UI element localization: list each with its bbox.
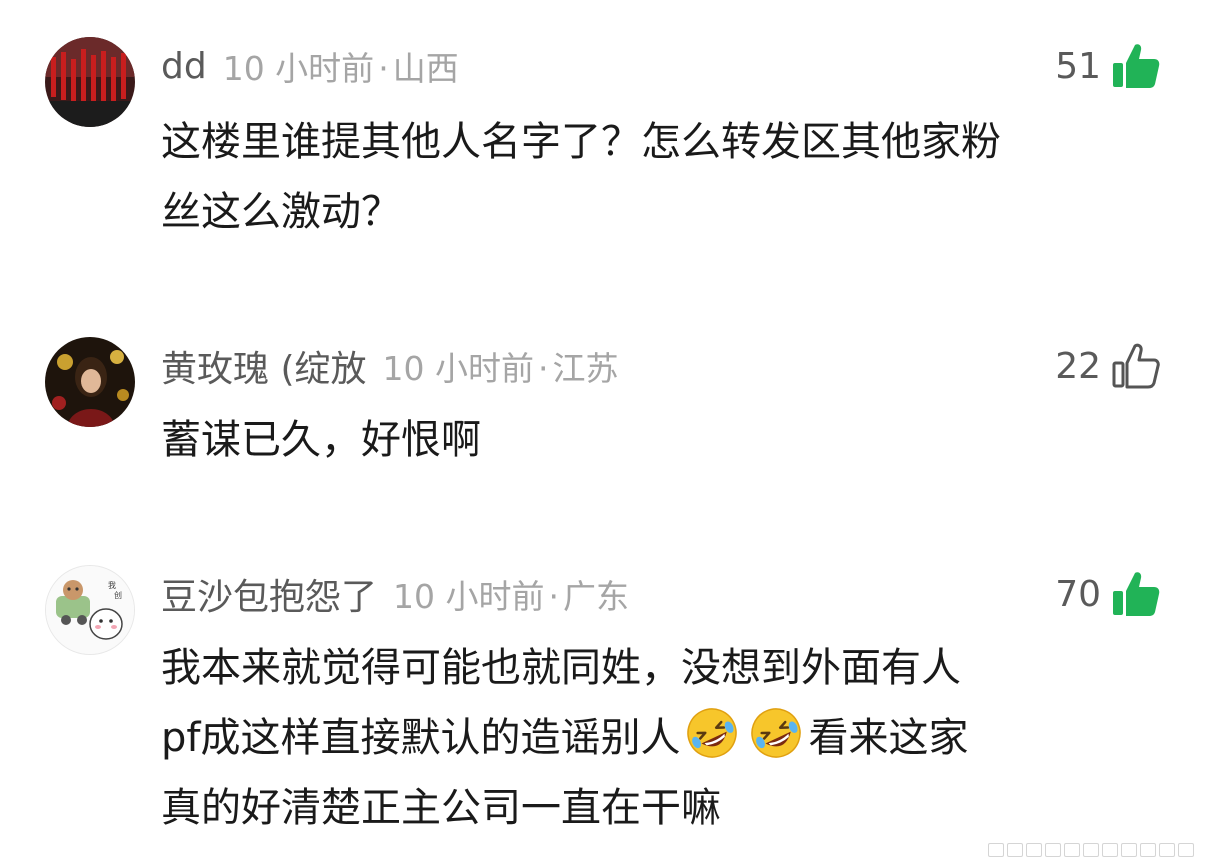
comment-text: 这楼里谁提其他人名字了？怎么转发区其他家粉 丝这么激动？ bbox=[161, 107, 1161, 247]
svg-text:创: 创 bbox=[114, 590, 122, 600]
separator: · bbox=[548, 577, 560, 616]
like-button[interactable]: 70 bbox=[1055, 568, 1161, 620]
comment-text-line: pf成这样直接默认的造谣别人 看来这家 bbox=[161, 703, 1161, 773]
location: 山西 bbox=[392, 49, 459, 88]
comment-text-line: 真的好清楚正主公司一直在干嘛 bbox=[161, 785, 721, 831]
avatar[interactable] bbox=[45, 337, 135, 427]
comment-meta: 10 小时前 · 广东 bbox=[393, 570, 629, 618]
username[interactable]: dd bbox=[161, 46, 207, 87]
comment-meta: 10 小时前 · 山西 bbox=[223, 42, 459, 90]
comment-meta: 10 小时前 · 江苏 bbox=[383, 342, 619, 390]
timestamp: 10 小时前 bbox=[382, 349, 534, 388]
location: 江苏 bbox=[552, 349, 619, 388]
avatar[interactable]: 我 创 bbox=[45, 565, 135, 655]
username[interactable]: 黄玫瑰 (绽放 bbox=[161, 340, 367, 392]
comment-text-line: 这楼里谁提其他人名字了？怎么转发区其他家粉 bbox=[161, 119, 1001, 165]
separator: · bbox=[378, 49, 389, 88]
comment-text-segment: pf成这样直接默认的造谣别人 bbox=[161, 715, 681, 761]
separator: · bbox=[537, 349, 549, 388]
rolling-on-floor-laughing-emoji bbox=[687, 708, 738, 758]
comment-text-line: 我本来就觉得可能也就同姓，没想到外面有人 bbox=[161, 645, 961, 691]
comment-text-line: 丝这么激动？ bbox=[161, 189, 401, 235]
comment-header: 黄玫瑰 (绽放 10 小时前 · 江苏 bbox=[161, 340, 618, 392]
watermark bbox=[988, 843, 1194, 857]
comment-header: 豆沙包抱怨了 10 小时前 · 广东 bbox=[161, 568, 629, 620]
avatar[interactable] bbox=[45, 37, 135, 127]
comment-header: dd 10 小时前 · 山西 bbox=[161, 40, 459, 92]
thumbs-up-filled-icon bbox=[1113, 44, 1160, 88]
rolling-on-floor-laughing-emoji bbox=[751, 708, 802, 758]
comment-text-line: 蓄谋已久，好恨啊 bbox=[161, 417, 481, 463]
comment-text: 我本来就觉得可能也就同姓，没想到外面有人 pf成这样直接默认的造谣别人 看来这家… bbox=[161, 633, 1161, 843]
like-count: 70 bbox=[1055, 573, 1101, 615]
timestamp: 10 小时前 bbox=[393, 577, 545, 616]
svg-text:我: 我 bbox=[108, 580, 116, 590]
like-count: 51 bbox=[1055, 45, 1101, 87]
comment-text: 蓄谋已久，好恨啊 bbox=[161, 405, 1161, 475]
comment-text-segment: 看来这家 bbox=[808, 715, 969, 761]
thumbs-up-outline-icon bbox=[1112, 343, 1160, 389]
like-count: 22 bbox=[1055, 345, 1101, 387]
timestamp: 10 小时前 bbox=[222, 49, 375, 88]
location: 广东 bbox=[563, 577, 629, 616]
like-button[interactable]: 51 bbox=[1055, 40, 1161, 92]
username[interactable]: 豆沙包抱怨了 bbox=[161, 568, 377, 620]
thumbs-up-filled-icon bbox=[1113, 572, 1160, 616]
like-button[interactable]: 22 bbox=[1055, 340, 1161, 392]
